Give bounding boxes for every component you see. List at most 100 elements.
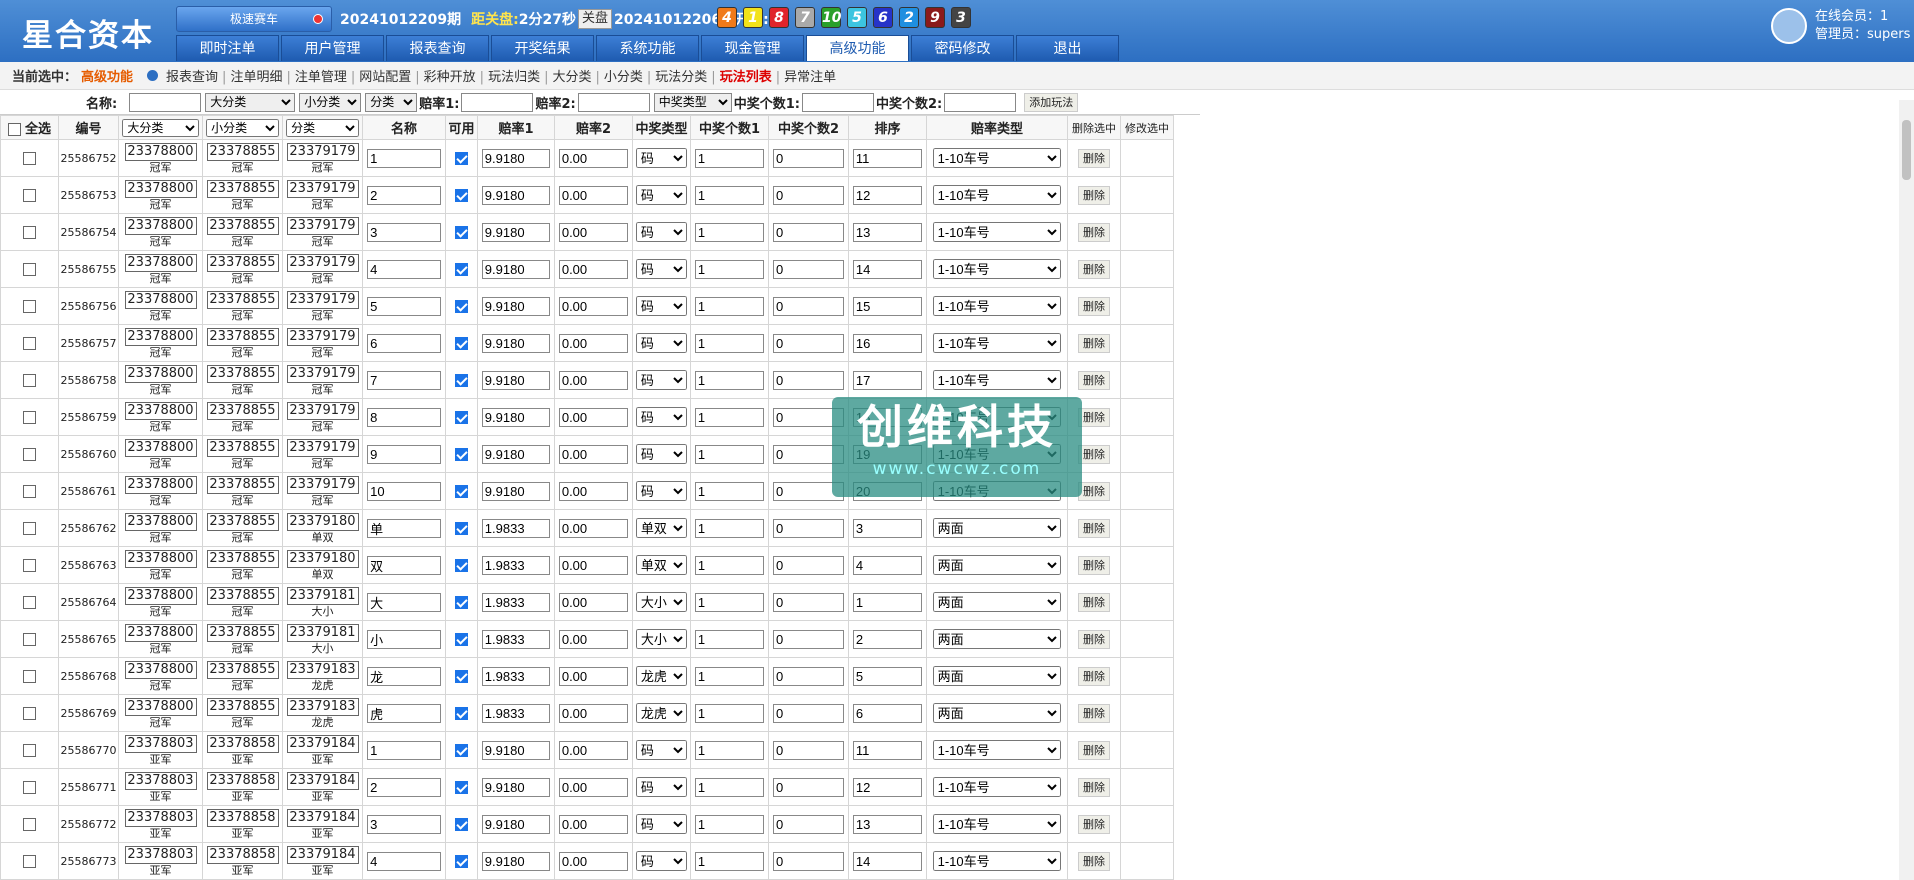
row-checkbox[interactable] <box>23 374 36 387</box>
sort-input[interactable] <box>852 555 923 575</box>
win-type-select[interactable]: 龙虎 <box>635 703 688 723</box>
rate1-input[interactable] <box>481 148 551 168</box>
win2-input[interactable] <box>772 370 845 390</box>
row-checkbox[interactable] <box>23 152 36 165</box>
delete-button[interactable]: 删除 <box>1078 519 1110 538</box>
rate1-input[interactable] <box>481 333 551 353</box>
row-checkbox[interactable] <box>23 559 36 572</box>
rate2-input[interactable] <box>558 703 629 723</box>
category-id-input[interactable]: 23378855 <box>206 475 279 494</box>
category-id-input[interactable]: 23378803 <box>124 771 197 790</box>
name-input[interactable] <box>367 851 441 871</box>
category-id-input[interactable]: 23378855 <box>206 253 279 272</box>
rate-type-select[interactable]: 1-10车号 <box>932 740 1062 760</box>
win-type-select[interactable]: 码 <box>635 444 688 464</box>
win1-input[interactable] <box>694 259 765 279</box>
enabled-checkbox[interactable] <box>455 670 468 683</box>
sub-link[interactable]: 报表查询 <box>166 70 218 85</box>
category-id-input[interactable]: 23378800 <box>124 216 197 235</box>
enabled-checkbox[interactable] <box>455 448 468 461</box>
category-id-input[interactable]: 23378800 <box>124 697 197 716</box>
delete-button[interactable]: 删除 <box>1078 408 1110 427</box>
row-checkbox[interactable] <box>23 633 36 646</box>
sort-input[interactable] <box>852 666 923 686</box>
name-input[interactable] <box>367 518 441 538</box>
category-id-input[interactable]: 23378855 <box>206 364 279 383</box>
game-select-button[interactable]: 极速赛车 <box>176 6 332 32</box>
category-id-input[interactable]: 23378858 <box>206 771 279 790</box>
win2-input[interactable] <box>772 518 845 538</box>
enabled-checkbox[interactable] <box>455 707 468 720</box>
sort-input[interactable] <box>852 703 923 723</box>
rate2-input[interactable] <box>558 777 629 797</box>
rate1-input[interactable] <box>481 370 551 390</box>
win-type-select[interactable]: 大小 <box>635 592 688 612</box>
rate-type-select[interactable]: 1-10车号 <box>932 814 1062 834</box>
win1-input[interactable] <box>694 777 765 797</box>
win2-input[interactable] <box>772 259 845 279</box>
sub-link[interactable]: 彩种开放 <box>424 70 476 85</box>
category-id-input[interactable]: 23378855 <box>206 549 279 568</box>
name-input[interactable] <box>367 444 441 464</box>
category-id-input[interactable]: 23378800 <box>124 512 197 531</box>
category-id-input[interactable]: 23379179 <box>286 401 359 420</box>
category-id-input[interactable]: 23378800 <box>124 438 197 457</box>
category-id-input[interactable]: 23379184 <box>286 771 359 790</box>
name-input[interactable] <box>367 481 441 501</box>
category-id-input[interactable]: 23378858 <box>206 808 279 827</box>
category-id-input[interactable]: 23378803 <box>124 845 197 864</box>
rate1-input[interactable] <box>481 703 551 723</box>
win2-input[interactable] <box>772 333 845 353</box>
category-id-input[interactable]: 23379179 <box>286 364 359 383</box>
nav-tab[interactable]: 用户管理 <box>281 35 384 61</box>
row-checkbox[interactable] <box>23 263 36 276</box>
category-id-input[interactable]: 23378855 <box>206 327 279 346</box>
category-id-input[interactable]: 23378855 <box>206 586 279 605</box>
category-id-input[interactable]: 23378803 <box>124 808 197 827</box>
enabled-checkbox[interactable] <box>455 596 468 609</box>
name-input[interactable] <box>367 407 441 427</box>
enabled-checkbox[interactable] <box>455 337 468 350</box>
win1-input[interactable] <box>694 629 765 649</box>
rate1-input[interactable] <box>481 518 551 538</box>
rate1-input[interactable] <box>481 814 551 834</box>
rate-type-select[interactable]: 1-10车号 <box>932 851 1062 871</box>
delete-button[interactable]: 删除 <box>1078 704 1110 723</box>
rate2-input[interactable] <box>558 370 629 390</box>
name-input[interactable] <box>367 814 441 834</box>
category-id-input[interactable]: 23378858 <box>206 734 279 753</box>
rate2-input[interactable] <box>558 666 629 686</box>
delete-button[interactable]: 删除 <box>1078 852 1110 871</box>
rate2-input[interactable] <box>558 555 629 575</box>
rate1-input[interactable] <box>481 592 551 612</box>
nav-tab[interactable]: 退出 <box>1016 35 1119 61</box>
category-id-input[interactable]: 23378800 <box>124 660 197 679</box>
category-id-input[interactable]: 23379179 <box>286 216 359 235</box>
category-id-input[interactable]: 23379179 <box>286 142 359 161</box>
big-category-select[interactable]: 大分类 <box>205 92 296 112</box>
delete-button[interactable]: 删除 <box>1078 334 1110 353</box>
category-id-input[interactable]: 23378800 <box>124 475 197 494</box>
row-checkbox[interactable] <box>23 855 36 868</box>
name-input[interactable] <box>367 370 441 390</box>
win-type-select[interactable]: 中奖类型 <box>653 92 732 112</box>
delete-button[interactable]: 删除 <box>1078 297 1110 316</box>
rate2-input[interactable] <box>558 592 629 612</box>
rate-type-select[interactable]: 1-10车号 <box>932 148 1062 168</box>
sort-input[interactable] <box>852 296 923 316</box>
row-checkbox[interactable] <box>23 596 36 609</box>
win2-input[interactable] <box>772 296 845 316</box>
rate-type-select[interactable]: 1-10车号 <box>932 333 1062 353</box>
enabled-checkbox[interactable] <box>455 189 468 202</box>
name-input[interactable] <box>367 666 441 686</box>
rate2-input[interactable] <box>577 92 650 112</box>
win2-input[interactable] <box>772 555 845 575</box>
rate1-input[interactable] <box>481 444 551 464</box>
delete-button[interactable]: 删除 <box>1078 593 1110 612</box>
enabled-checkbox[interactable] <box>455 855 468 868</box>
win2-input[interactable] <box>772 666 845 686</box>
rate-type-select[interactable]: 两面 <box>932 518 1062 538</box>
rate1-input[interactable] <box>481 481 551 501</box>
category-id-input[interactable]: 23378855 <box>206 216 279 235</box>
name-input[interactable] <box>367 222 441 242</box>
